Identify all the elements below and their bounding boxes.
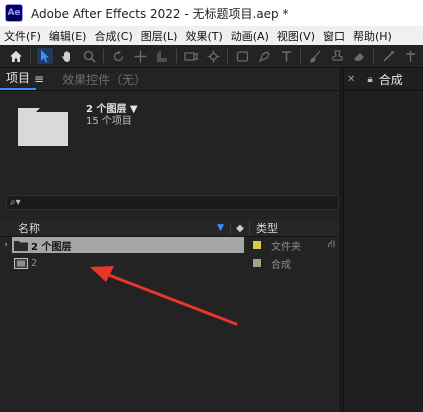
after-effects-logo-icon: Ae	[5, 4, 23, 22]
project-panel-tabs: 项目 ≡ 效果控件（无）	[0, 68, 339, 91]
list-item-label: 2	[31, 257, 38, 269]
close-icon[interactable]: ✕	[347, 74, 355, 85]
menu-composition[interactable]: 合成(C)	[90, 28, 136, 44]
tab-project[interactable]: 项目	[0, 69, 37, 90]
list-item-composition-name-cell[interactable]: 2	[0, 255, 244, 271]
menu-bar: 文件(F) 编辑(E) 合成(C) 图层(L) 效果(T) 动画(A) 视图(V…	[0, 26, 423, 45]
toolbar-divider	[300, 49, 301, 63]
toolbar-divider	[103, 49, 104, 63]
composition-panel: ✕ 🔒︎ 合成	[343, 68, 423, 412]
flowchart-icon[interactable]: ⛙	[328, 239, 335, 252]
pen-tool-icon[interactable]	[256, 48, 272, 64]
selected-item-count: 15 个项目	[86, 116, 132, 127]
column-type-header[interactable]: 类型	[249, 220, 278, 236]
hand-tool-icon[interactable]	[59, 48, 75, 64]
selection-tool-icon[interactable]	[37, 48, 53, 64]
menu-help[interactable]: 帮助(H)	[349, 28, 396, 44]
list-item-type: 文件夹	[271, 241, 301, 253]
move-tool-icon[interactable]	[132, 48, 148, 64]
toolbar-divider	[176, 49, 177, 63]
composition-icon	[14, 257, 28, 269]
composition-panel-header: ✕ 🔒︎ 合成	[344, 68, 423, 91]
list-item-type: 合成	[271, 259, 291, 271]
menu-file[interactable]: 文件(F)	[0, 28, 45, 44]
label-color-swatch[interactable]	[253, 241, 261, 249]
tab-effect-controls[interactable]: 效果控件（无）	[56, 71, 152, 88]
menu-effect[interactable]: 效果(T)	[181, 28, 226, 44]
label-color-swatch[interactable]	[253, 259, 261, 267]
stamp-tool-icon[interactable]	[329, 48, 345, 64]
menu-animation[interactable]: 动画(A)	[227, 28, 273, 44]
lock-icon[interactable]: 🔒︎	[367, 74, 372, 85]
label-tag-icon[interactable]: ◆	[230, 222, 249, 234]
tab-composition[interactable]: 合成	[379, 71, 403, 88]
rotate-tool-icon[interactable]	[110, 48, 126, 64]
search-icon: ⌕▾	[10, 197, 21, 208]
eraser-tool-icon[interactable]	[351, 48, 367, 64]
tools-toolbar	[0, 45, 423, 68]
panel-menu-icon[interactable]: ≡	[34, 72, 44, 86]
toolbar-divider	[227, 49, 228, 63]
menu-window[interactable]: 窗口	[319, 28, 349, 44]
toolbar-divider	[373, 49, 374, 63]
puppet-tool-icon[interactable]	[402, 48, 418, 64]
project-search-field[interactable]: ⌕▾	[6, 195, 339, 210]
menu-edit[interactable]: 编辑(E)	[45, 28, 91, 44]
anchor-tool-icon[interactable]	[154, 48, 170, 64]
mask-tool-icon[interactable]	[234, 48, 250, 64]
brush-tool-icon[interactable]	[307, 48, 323, 64]
window-title: Adobe After Effects 2022 - 无标题项目.aep *	[31, 6, 289, 21]
project-panel: 项目 ≡ 效果控件（无） 2 个图层 ▼ 15 个项目 ⌕▾ 名称 ▼ ◆ 类型…	[0, 68, 339, 412]
column-name-label: 名称	[18, 222, 40, 235]
roto-tool-icon[interactable]	[380, 48, 396, 64]
home-icon[interactable]	[8, 48, 24, 64]
column-name-header[interactable]: 名称 ▼	[0, 220, 230, 236]
folder-icon	[14, 240, 28, 251]
list-item-label: 2 个图层	[31, 241, 72, 253]
menu-layer[interactable]: 图层(L)	[137, 28, 182, 44]
list-item-composition[interactable]: 2 合成	[0, 255, 339, 271]
folder-thumbnail-icon	[18, 108, 68, 146]
pan-behind-tool-icon[interactable]	[205, 48, 221, 64]
zoom-tool-icon[interactable]	[81, 48, 97, 64]
toolbar-divider	[30, 49, 31, 63]
menu-view[interactable]: 视图(V)	[273, 28, 319, 44]
sort-arrow-icon[interactable]: ▼	[217, 223, 224, 233]
expand-chevron-icon[interactable]: ›	[0, 237, 12, 253]
list-item-folder[interactable]: › 2 个图层 文件夹 ⛙	[0, 237, 339, 253]
title-bar: Ae Adobe After Effects 2022 - 无标题项目.aep …	[0, 0, 423, 26]
camera-tool-icon[interactable]	[183, 48, 199, 64]
type-tool-icon[interactable]	[278, 48, 294, 64]
list-item-folder-name-cell[interactable]: › 2 个图层	[0, 237, 244, 253]
project-list-header: 名称 ▼ ◆ 类型	[0, 220, 339, 237]
